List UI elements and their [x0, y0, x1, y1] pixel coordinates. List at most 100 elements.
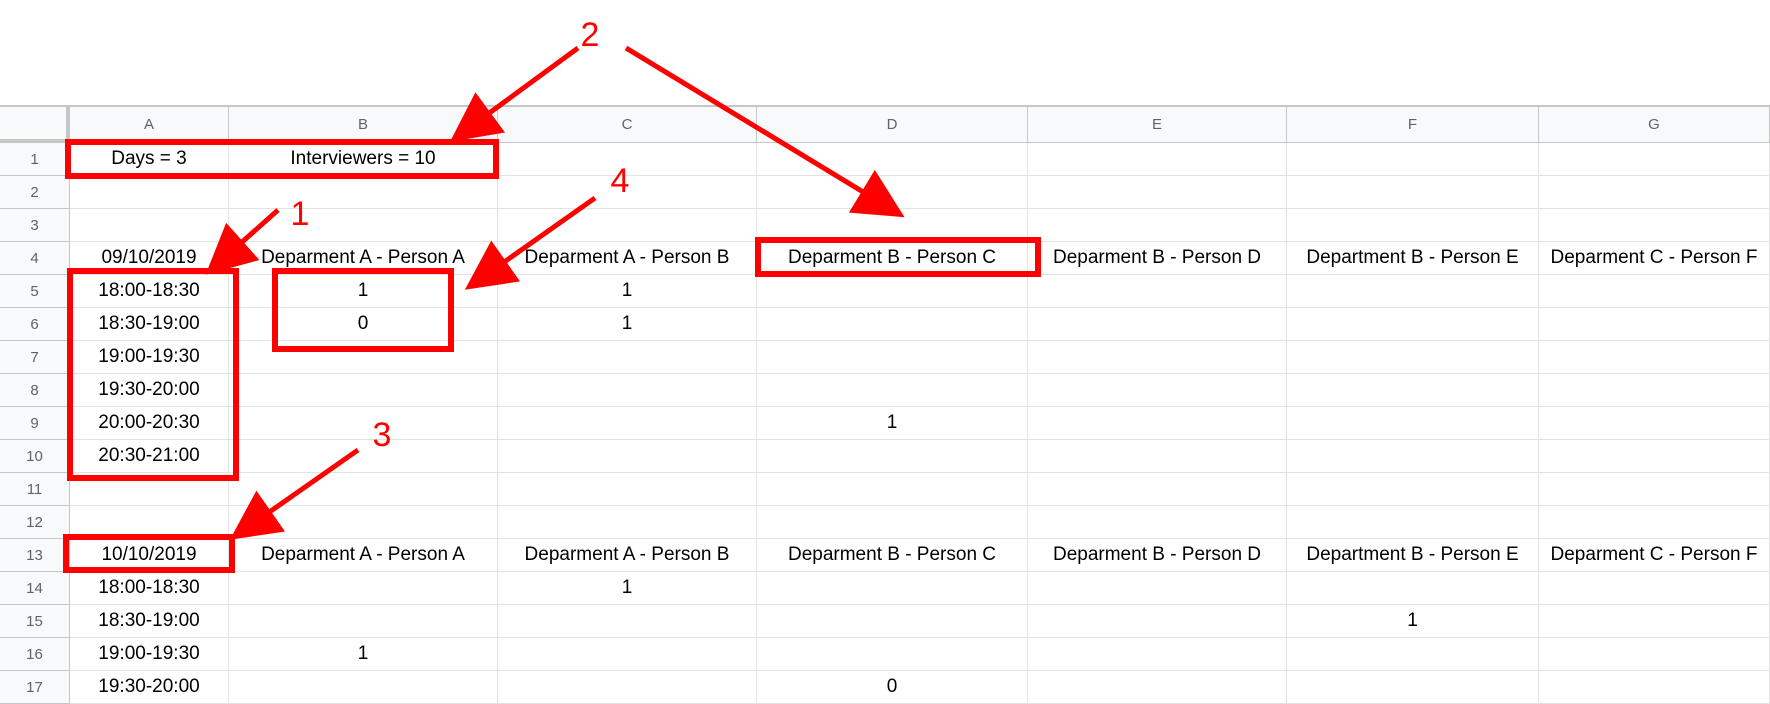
column-header-c[interactable]: C — [498, 107, 757, 143]
cell-b15[interactable] — [229, 605, 498, 638]
cell-g12[interactable] — [1539, 506, 1770, 539]
cell-c12[interactable] — [498, 506, 757, 539]
row-header-9[interactable]: 9 — [0, 407, 70, 440]
cell-g17[interactable] — [1539, 671, 1770, 704]
cell-a2[interactable] — [70, 176, 229, 209]
cell-g10[interactable] — [1539, 440, 1770, 473]
cell-e17[interactable] — [1028, 671, 1287, 704]
row-header-14[interactable]: 14 — [0, 572, 70, 605]
cell-e3[interactable] — [1028, 209, 1287, 242]
cell-a15[interactable]: 18:30-19:00 — [70, 605, 229, 638]
cell-d9[interactable]: 1 — [757, 407, 1028, 440]
cell-f6[interactable] — [1287, 308, 1539, 341]
cell-a8[interactable]: 19:30-20:00 — [70, 374, 229, 407]
cell-g13[interactable]: Deparment C - Person F — [1539, 539, 1770, 572]
cell-f14[interactable] — [1287, 572, 1539, 605]
cell-f9[interactable] — [1287, 407, 1539, 440]
cell-f15[interactable]: 1 — [1287, 605, 1539, 638]
cell-f16[interactable] — [1287, 638, 1539, 671]
cell-g7[interactable] — [1539, 341, 1770, 374]
cell-e8[interactable] — [1028, 374, 1287, 407]
cell-g4[interactable]: Deparment C - Person F — [1539, 242, 1770, 275]
cell-d2[interactable] — [757, 176, 1028, 209]
row-header-16[interactable]: 16 — [0, 638, 70, 671]
cell-a10[interactable]: 20:30-21:00 — [70, 440, 229, 473]
cell-d4[interactable]: Deparment B - Person C — [757, 242, 1028, 275]
cell-e5[interactable] — [1028, 275, 1287, 308]
cell-f5[interactable] — [1287, 275, 1539, 308]
cell-b6[interactable]: 0 — [229, 308, 498, 341]
cell-c1[interactable] — [498, 143, 757, 176]
cell-b5[interactable]: 1 — [229, 275, 498, 308]
cell-f10[interactable] — [1287, 440, 1539, 473]
cell-g5[interactable] — [1539, 275, 1770, 308]
cell-d12[interactable] — [757, 506, 1028, 539]
cell-e1[interactable] — [1028, 143, 1287, 176]
cell-g16[interactable] — [1539, 638, 1770, 671]
row-header-8[interactable]: 8 — [0, 374, 70, 407]
row-header-13[interactable]: 13 — [0, 539, 70, 572]
cell-a17[interactable]: 19:30-20:00 — [70, 671, 229, 704]
cell-b3[interactable] — [229, 209, 498, 242]
cell-a5[interactable]: 18:00-18:30 — [70, 275, 229, 308]
cell-b8[interactable] — [229, 374, 498, 407]
cell-e12[interactable] — [1028, 506, 1287, 539]
column-header-e[interactable]: E — [1028, 107, 1287, 143]
cell-c2[interactable] — [498, 176, 757, 209]
cell-b13[interactable]: Deparment A - Person A — [229, 539, 498, 572]
cell-d7[interactable] — [757, 341, 1028, 374]
column-header-f[interactable]: F — [1287, 107, 1539, 143]
cell-f11[interactable] — [1287, 473, 1539, 506]
cell-d13[interactable]: Deparment B - Person C — [757, 539, 1028, 572]
row-header-10[interactable]: 10 — [0, 440, 70, 473]
cell-e16[interactable] — [1028, 638, 1287, 671]
cell-d15[interactable] — [757, 605, 1028, 638]
cell-d10[interactable] — [757, 440, 1028, 473]
cell-a14[interactable]: 18:00-18:30 — [70, 572, 229, 605]
row-header-12[interactable]: 12 — [0, 506, 70, 539]
cell-c16[interactable] — [498, 638, 757, 671]
cell-b11[interactable] — [229, 473, 498, 506]
column-header-b[interactable]: B — [229, 107, 498, 143]
cell-c14[interactable]: 1 — [498, 572, 757, 605]
cell-c10[interactable] — [498, 440, 757, 473]
column-header-d[interactable]: D — [757, 107, 1028, 143]
cell-d3[interactable] — [757, 209, 1028, 242]
cell-b2[interactable] — [229, 176, 498, 209]
cell-b9[interactable] — [229, 407, 498, 440]
cell-a13[interactable]: 10/10/2019 — [70, 539, 229, 572]
cell-d16[interactable] — [757, 638, 1028, 671]
cell-d14[interactable] — [757, 572, 1028, 605]
row-header-4[interactable]: 4 — [0, 242, 70, 275]
cell-b14[interactable] — [229, 572, 498, 605]
cell-a4[interactable]: 09/10/2019 — [70, 242, 229, 275]
cell-f7[interactable] — [1287, 341, 1539, 374]
column-header-g[interactable]: G — [1539, 107, 1770, 143]
cell-c13[interactable]: Deparment A - Person B — [498, 539, 757, 572]
cell-b1[interactable]: Interviewers = 10 — [229, 143, 498, 176]
select-all-corner[interactable] — [0, 107, 70, 143]
column-header-a[interactable]: A — [70, 107, 229, 143]
cell-f3[interactable] — [1287, 209, 1539, 242]
cell-c5[interactable]: 1 — [498, 275, 757, 308]
cell-c11[interactable] — [498, 473, 757, 506]
cell-b16[interactable]: 1 — [229, 638, 498, 671]
cell-g2[interactable] — [1539, 176, 1770, 209]
cell-b10[interactable] — [229, 440, 498, 473]
cell-f4[interactable]: Department B - Person E — [1287, 242, 1539, 275]
cell-a11[interactable] — [70, 473, 229, 506]
cell-c7[interactable] — [498, 341, 757, 374]
row-header-2[interactable]: 2 — [0, 176, 70, 209]
cell-a16[interactable]: 19:00-19:30 — [70, 638, 229, 671]
cell-e13[interactable]: Deparment B - Person D — [1028, 539, 1287, 572]
cell-a12[interactable] — [70, 506, 229, 539]
cell-a1[interactable]: Days = 3 — [70, 143, 229, 176]
row-header-17[interactable]: 17 — [0, 671, 70, 704]
cell-g6[interactable] — [1539, 308, 1770, 341]
cell-d8[interactable] — [757, 374, 1028, 407]
cell-d17[interactable]: 0 — [757, 671, 1028, 704]
row-header-7[interactable]: 7 — [0, 341, 70, 374]
cell-e14[interactable] — [1028, 572, 1287, 605]
cell-a9[interactable]: 20:00-20:30 — [70, 407, 229, 440]
cell-f13[interactable]: Department B - Person E — [1287, 539, 1539, 572]
